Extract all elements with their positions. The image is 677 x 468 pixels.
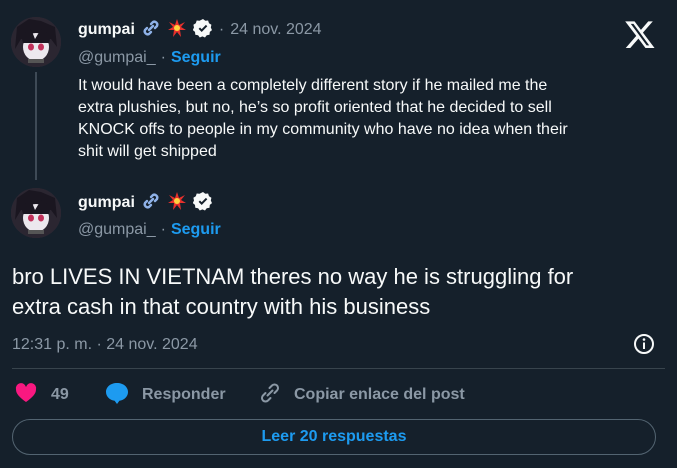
link-icon	[141, 18, 161, 43]
author-name[interactable]: gumpai	[78, 21, 135, 39]
info-icon[interactable]	[632, 332, 656, 356]
likes-count[interactable]: 49	[51, 386, 69, 404]
text-line: It would have been a completely differen…	[78, 77, 548, 94]
author-handle[interactable]: @gumpai_	[78, 49, 156, 67]
reply-button[interactable]: Responder	[142, 386, 226, 404]
separator-dot: ·	[160, 49, 166, 66]
text-line: extra plushies, but no, he’s so profit o…	[78, 99, 552, 116]
thread-line	[35, 72, 37, 180]
post-timestamp[interactable]: 12:31 p. m. · 24 nov. 2024	[12, 336, 198, 354]
reply-tweet-text: It would have been a completely differen…	[78, 75, 677, 163]
text-line: KNOCK offs to people in my community who…	[78, 121, 568, 138]
separator-dot: ·	[218, 21, 225, 38]
author-name[interactable]: gumpai	[78, 194, 135, 212]
verified-badge-icon	[192, 18, 213, 43]
avatar[interactable]	[11, 188, 61, 238]
read-replies-button[interactable]: Leer 20 respuestas	[12, 419, 656, 455]
text-line: extra cash in that country with his busi…	[12, 294, 431, 319]
verified-badge-icon	[192, 191, 213, 216]
link-copy-icon[interactable]	[258, 381, 282, 410]
main-tweet-text: bro LIVES IN VIETNAM theres no way he is…	[12, 262, 662, 322]
heart-icon[interactable]	[14, 381, 38, 410]
author-handle[interactable]: @gumpai_	[78, 221, 156, 239]
reply-bubble-icon[interactable]	[104, 381, 130, 410]
separator-dot: ·	[160, 221, 166, 238]
text-line: bro LIVES IN VIETNAM theres no way he is…	[12, 264, 574, 289]
copy-link-button[interactable]: Copiar enlace del post	[294, 386, 465, 404]
post-date[interactable]: 24 nov. 2024	[230, 21, 321, 39]
link-icon	[141, 191, 161, 216]
explosion-icon	[167, 191, 187, 216]
explosion-icon	[167, 18, 187, 43]
x-logo-close-icon[interactable]	[624, 18, 656, 50]
text-line: shit will get shipped	[78, 143, 217, 160]
divider	[12, 368, 665, 369]
follow-button[interactable]: Seguir	[171, 221, 221, 239]
avatar[interactable]	[11, 17, 61, 67]
follow-button[interactable]: Seguir	[171, 49, 221, 67]
